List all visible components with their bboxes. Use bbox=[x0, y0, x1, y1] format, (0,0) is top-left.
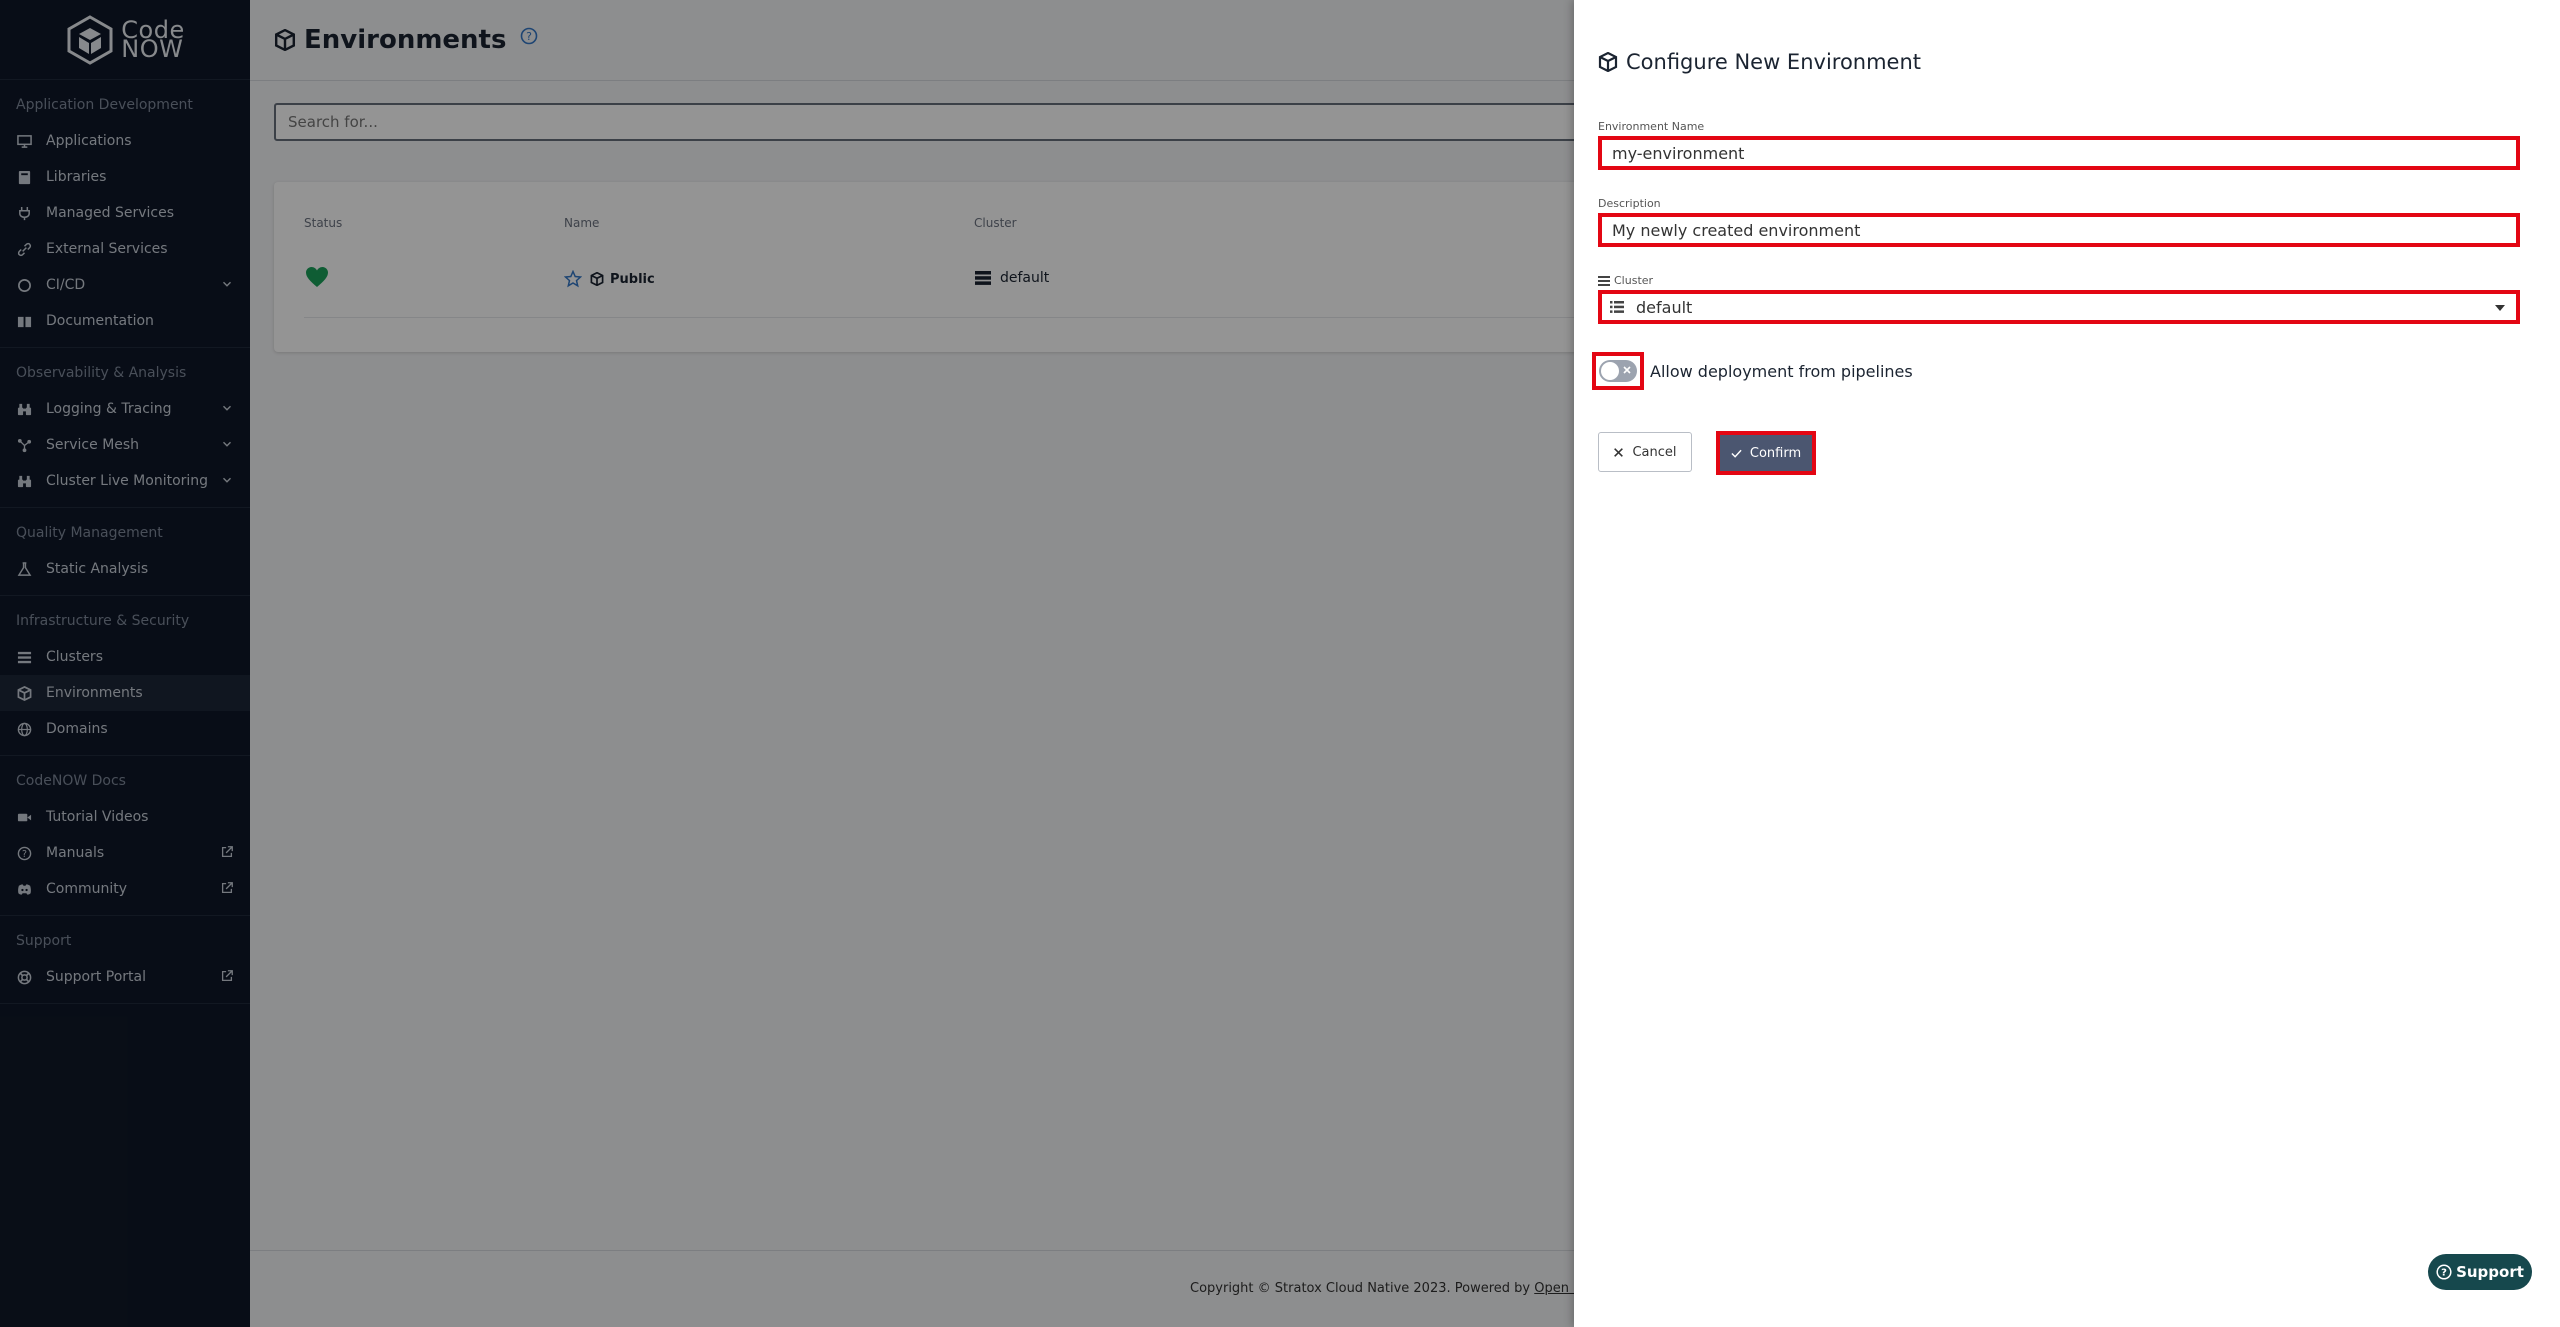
server-icon bbox=[1598, 275, 1610, 286]
description-input[interactable] bbox=[1598, 213, 2520, 247]
allow-deployment-toggle[interactable] bbox=[1599, 360, 1637, 382]
confirm-button[interactable]: Confirm bbox=[1720, 435, 1812, 471]
description-label: Description bbox=[1598, 197, 1661, 210]
environment-name-label: Environment Name bbox=[1598, 120, 1705, 133]
close-icon bbox=[1614, 447, 1624, 457]
configure-environment-drawer: Configure New Environment Environment Na… bbox=[1574, 0, 2560, 1327]
cluster-select-value: default bbox=[1636, 297, 1693, 317]
confirm-highlight: Confirm bbox=[1716, 431, 1816, 475]
cancel-button[interactable]: Cancel bbox=[1598, 432, 1692, 472]
modal-backdrop[interactable] bbox=[0, 0, 1574, 1327]
drawer-title: Configure New Environment bbox=[1598, 50, 1921, 74]
cluster-label: Cluster bbox=[1598, 274, 1653, 287]
question-circle-icon: ? bbox=[2436, 1264, 2452, 1280]
environment-name-input[interactable] bbox=[1598, 136, 2520, 170]
server-icon bbox=[1610, 301, 1624, 313]
toggle-knob bbox=[1601, 362, 1619, 380]
cluster-select[interactable]: default bbox=[1598, 290, 2520, 324]
caret-down-icon bbox=[2495, 305, 2505, 311]
close-icon bbox=[1623, 366, 1631, 374]
support-button[interactable]: ? Support bbox=[2428, 1254, 2532, 1290]
check-icon bbox=[1731, 449, 1742, 458]
toggle-highlight bbox=[1592, 352, 1644, 390]
svg-text:?: ? bbox=[2441, 1268, 2447, 1279]
allow-deployment-label[interactable]: Allow deployment from pipelines bbox=[1650, 362, 1913, 381]
cube-icon bbox=[1598, 52, 1618, 72]
